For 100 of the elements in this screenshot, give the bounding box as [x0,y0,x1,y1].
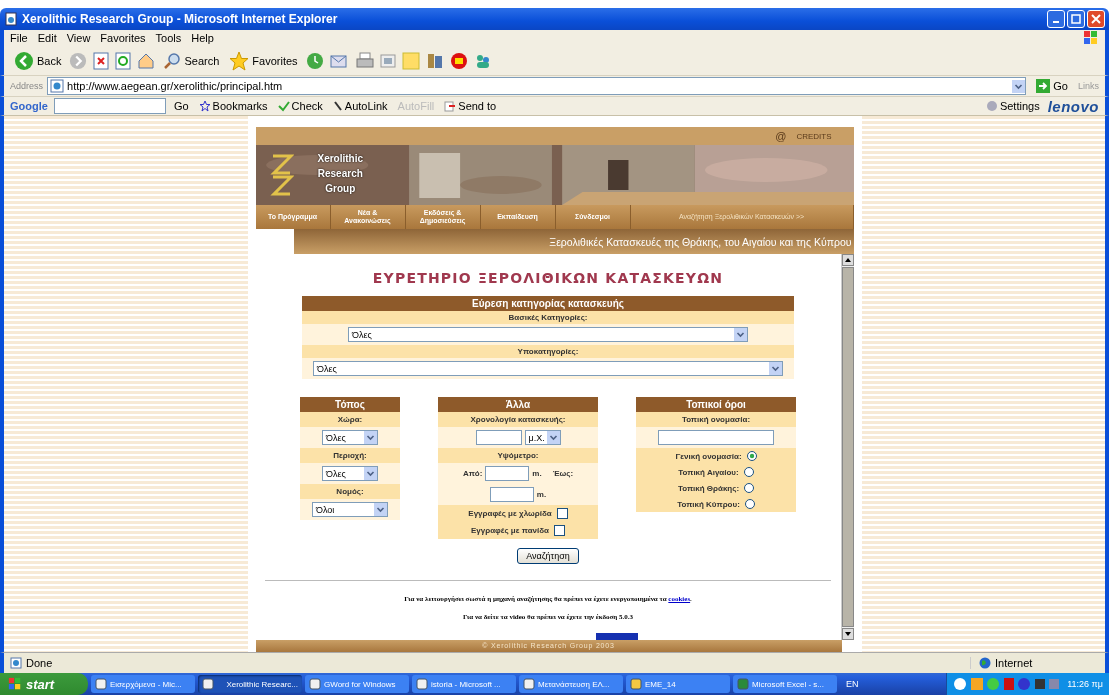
language-indicator[interactable]: EN [840,679,865,689]
maximize-button[interactable] [1067,10,1085,28]
home-icon[interactable] [137,51,156,70]
stop-icon[interactable] [93,51,110,70]
taskbar-button[interactable]: istoria - Microsoft ... [412,675,516,693]
radio-button[interactable] [746,451,757,461]
window-title: Xerolithic Research Group - Microsoft Internet Explorer [22,12,338,26]
radio-label: Γενική ονομασία: [675,451,742,461]
window-icon [202,678,214,690]
radio-label: Τοπική Κύπρου: [677,499,740,509]
radio-button[interactable] [744,499,755,509]
refresh-icon[interactable] [115,51,132,70]
checkmark-icon [277,100,290,112]
divx-logo-icon [595,633,638,640]
start-button[interactable]: start [0,673,88,695]
google-search-field[interactable] [53,98,166,114]
unit-label: m. [536,490,547,499]
globe-icon [979,657,991,669]
autolink-button[interactable]: AutoLink [330,100,390,112]
era-select[interactable]: μ.Χ. [524,430,561,445]
google-logo: Google [10,100,48,112]
field-label: Περιοχή: [300,448,400,463]
credits-link[interactable]: CREDITS [796,131,832,141]
book-icon[interactable] [425,51,444,70]
go-button[interactable]: Go [171,100,191,112]
search-button[interactable]: Αναζήτηση [517,548,579,564]
address-field[interactable]: http://www.aegean.gr/xerolithic/principal.htm [47,77,1027,95]
messenger-icon[interactable] [449,51,468,70]
field-label: Από: [462,469,483,478]
field-label: Υψόμετρο: [438,448,598,463]
checkbox-label: Εγγραφές με χλωρίδα [468,509,552,518]
star-icon [198,100,211,112]
back-button[interactable]: Back [12,50,64,71]
window-icon [309,678,321,690]
checkbox[interactable] [556,508,568,519]
radio-button[interactable] [743,467,754,477]
bookmarks-button[interactable]: Bookmarks [196,100,270,112]
location-select[interactable]: Όλοι [312,502,388,517]
subcategory-select[interactable]: Όλες [313,361,783,376]
close-button[interactable] [1087,10,1105,28]
scroll-up-icon[interactable] [841,254,854,266]
tagline-banner: Ξερολιθικές Κατασκευές της Θράκης, του Αιγαίου και της Κύπρου [293,229,854,254]
status-text: Done [10,657,53,669]
close-icon [1091,14,1101,24]
taskbar-button[interactable]: Εισερχόμενα - Mic... [91,675,195,693]
brand-logo: lenovo [1047,97,1099,115]
local-name-field[interactable] [658,430,774,445]
panel-header: Τοπικοί όροι [636,397,796,412]
altitude-to-field[interactable] [489,487,534,502]
menu-item[interactable]: View [66,32,91,44]
search-button[interactable]: Search [161,51,222,70]
address-label: Address [10,81,44,91]
favorites-button[interactable]: Favorites [227,50,300,71]
menu-item[interactable]: Help [191,32,214,44]
search-icon [163,51,182,70]
edit-icon[interactable] [379,52,396,69]
zeta-logo-icon [269,153,294,197]
send-icon [444,100,457,112]
go-arrow-icon [1036,79,1051,93]
at-sign: @ [775,130,787,142]
history-icon[interactable] [305,51,324,70]
page-icon [10,657,22,669]
page-icon [4,12,18,26]
maximize-icon [1071,14,1081,24]
taskbar-button[interactable]: Microsoft Excel - s... [733,675,837,693]
menu-item[interactable]: File [10,32,28,44]
panel-header: Τόπος [300,397,400,412]
altitude-from-field[interactable] [485,466,530,481]
radio-label: Τοπική Αιγαίου: [678,467,739,477]
clock: 11:26 πμ [1067,679,1103,689]
unit-label: m. [532,469,542,478]
settings-button[interactable]: Settings [983,100,1042,112]
radio-button[interactable] [744,483,755,493]
windows-flag-icon [8,677,22,691]
year-field[interactable] [475,430,522,445]
check-button[interactable]: Check [275,100,325,112]
minimize-button[interactable] [1047,10,1065,28]
taskbar-button[interactable]: EME_14 [626,675,730,693]
taskbar-button[interactable]: GWord for Windows [305,675,409,693]
field-label: Έως: [552,469,574,478]
location-select[interactable]: Όλες [322,466,378,481]
send-to-button[interactable]: Send to [442,100,499,112]
site-logo-text: Xerolithic Research Group [317,152,364,196]
main-category-select[interactable]: Όλες [348,327,748,342]
menu-item[interactable]: Tools [155,32,182,44]
scroll-down-icon[interactable] [841,628,854,640]
menu-item[interactable]: Edit [37,32,57,44]
location-select[interactable]: Όλες [322,430,378,445]
checkbox-label: Εγγραφές με πανίδα [471,526,549,535]
taskbar-button[interactable]: Μετανάστευση ΕΛ... [519,675,623,693]
tray-icons-drawing[interactable] [953,677,1062,691]
go-button[interactable]: Go [1030,78,1074,94]
panel-header: Άλλα [438,397,598,412]
menu-item[interactable]: Favorites [100,32,146,44]
print-icon[interactable] [355,51,374,70]
checkbox[interactable] [554,525,565,536]
taskbar-button[interactable]: Xerolithic Researc... [198,675,302,693]
forward-icon[interactable] [69,51,88,70]
field-label: Υποκατηγορίες: [302,345,794,358]
security-zone: Internet [970,657,1099,669]
